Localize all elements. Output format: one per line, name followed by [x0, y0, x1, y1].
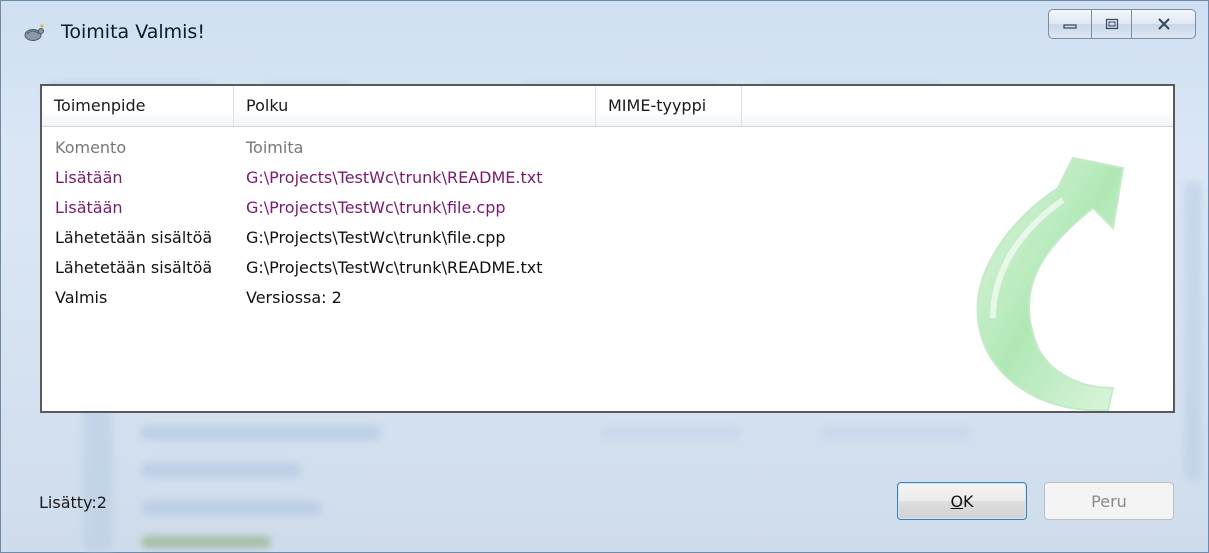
blur-bg: [141, 426, 381, 440]
window-controls: [1048, 9, 1196, 39]
blur-bg: [141, 501, 321, 515]
list-item[interactable]: Komento Toimita: [42, 133, 1173, 163]
ok-label-rest: K: [963, 491, 974, 511]
row-action: Lisätään: [55, 168, 123, 187]
row-action: Valmis: [55, 288, 108, 307]
row-action: Lähetetään sisältöä: [55, 228, 213, 247]
tortoise-icon: [24, 24, 44, 41]
close-icon: [1157, 18, 1170, 30]
status-text: Lisätty:2: [39, 493, 107, 512]
blur-bg: [821, 426, 971, 440]
blur-bg: [1184, 181, 1202, 481]
row-path: Toimita: [246, 138, 304, 157]
blur-bg: [601, 426, 741, 440]
row-path: G:\Projects\TestWc\trunk\README.txt: [246, 258, 543, 277]
column-header-action[interactable]: Toimenpide: [42, 86, 234, 126]
minimize-button[interactable]: [1048, 9, 1092, 39]
list-rows: Komento Toimita Lisätään G:\Projects\Tes…: [42, 133, 1173, 313]
close-button[interactable]: [1132, 9, 1196, 39]
row-action: Komento: [55, 138, 127, 157]
list-item[interactable]: Valmis Versiossa: 2: [42, 283, 1173, 313]
list-item[interactable]: Lisätään G:\Projects\TestWc\trunk\README…: [42, 163, 1173, 193]
row-path: G:\Projects\TestWc\trunk\README.txt: [246, 168, 543, 187]
results-list[interactable]: Toimenpide Polku MIME-tyyppi Komento Toi…: [40, 84, 1175, 413]
cancel-button[interactable]: Peru: [1044, 482, 1174, 520]
column-header-path[interactable]: Polku: [234, 86, 596, 126]
maximize-icon: [1105, 18, 1118, 30]
list-item[interactable]: Lähetetään sisältöä G:\Projects\TestWc\t…: [42, 253, 1173, 283]
ok-mnemonic: O: [950, 491, 964, 511]
list-item[interactable]: Lisätään G:\Projects\TestWc\trunk\file.c…: [42, 193, 1173, 223]
minimize-icon: [1063, 24, 1077, 29]
blur-bg: [141, 536, 271, 548]
column-header-mime[interactable]: MIME-tyyppi: [596, 86, 742, 126]
blur-bg: [141, 463, 301, 477]
list-item[interactable]: Lähetetään sisältöä G:\Projects\TestWc\t…: [42, 223, 1173, 253]
window-title: Toimita Valmis!: [61, 21, 205, 43]
row-path: Versiossa: 2: [246, 288, 342, 307]
row-action: Lisätään: [55, 198, 123, 217]
row-action: Lähetetään sisältöä: [55, 258, 213, 277]
list-header: Toimenpide Polku MIME-tyyppi: [42, 86, 1173, 127]
dialog-window: Toimita Valmis! Toimenpide Polku MIME-ty…: [0, 0, 1209, 553]
maximize-button[interactable]: [1092, 9, 1132, 39]
row-path: G:\Projects\TestWc\trunk\file.cpp: [246, 198, 506, 217]
title-bar[interactable]: Toimita Valmis!: [1, 1, 1208, 61]
ok-button[interactable]: OK: [897, 482, 1027, 520]
row-path: G:\Projects\TestWc\trunk\file.cpp: [246, 228, 506, 247]
